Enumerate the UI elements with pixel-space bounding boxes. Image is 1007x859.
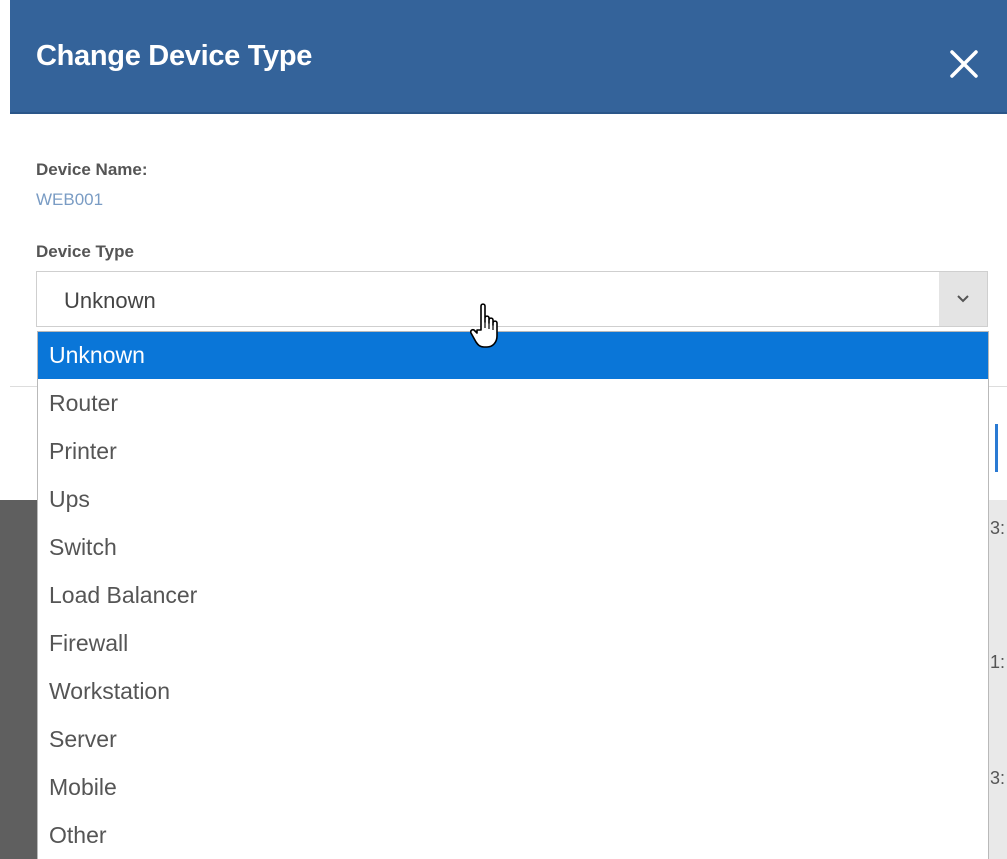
option-printer[interactable]: Printer [38, 428, 988, 475]
device-name-value: WEB001 [36, 190, 104, 209]
hand-pointer-icon [470, 303, 498, 348]
dropdown-toggle[interactable] [939, 272, 987, 326]
background-text-peek: 3: [990, 768, 1006, 788]
option-unknown[interactable]: Unknown [38, 332, 988, 379]
close-icon [950, 50, 978, 78]
footer-button-edge[interactable] [995, 424, 998, 472]
backdrop-overlay-left [0, 500, 38, 859]
dialog-title: Change Device Type [36, 40, 313, 72]
option-firewall[interactable]: Firewall [38, 620, 988, 667]
background-text-peek: 1: [990, 652, 1006, 672]
device-type-selected-value: Unknown [64, 288, 156, 313]
option-ups[interactable]: Ups [38, 476, 988, 523]
device-type-select[interactable]: Unknown [36, 271, 988, 327]
background-text-peek: 3: [990, 518, 1006, 538]
backdrop-overlay-right [988, 500, 1007, 859]
option-mobile[interactable]: Mobile [38, 764, 988, 811]
close-button[interactable] [942, 42, 986, 86]
chevron-down-icon [957, 295, 969, 303]
dialog-header: Change Device Type [10, 0, 1007, 114]
option-switch[interactable]: Switch [38, 524, 988, 571]
device-type-options-list: Unknown Router Printer Ups Switch Load B… [37, 331, 989, 859]
option-load-balancer[interactable]: Load Balancer [38, 572, 988, 619]
option-router[interactable]: Router [38, 380, 988, 427]
option-workstation[interactable]: Workstation [38, 668, 988, 715]
device-type-label: Device Type [36, 242, 134, 261]
page-edge [0, 0, 10, 500]
device-name-label: Device Name: [36, 160, 148, 179]
option-server[interactable]: Server [38, 716, 988, 763]
option-other[interactable]: Other [38, 812, 988, 859]
